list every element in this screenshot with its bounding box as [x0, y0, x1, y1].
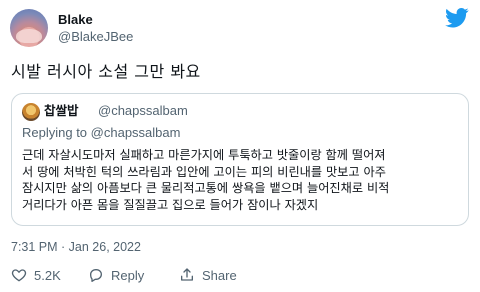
quoted-text-line: 거리다가 아픈 몸을 질질끌고 집으로 들어가 잠이나 자겠지: [22, 198, 319, 213]
author-avatar[interactable]: [10, 9, 48, 47]
quoted-text-line: 잠시지만 삶의 아픔보다 큰 물리적고통에 쌍욕을 뱉으며 늘어진채로 비적: [22, 181, 390, 196]
replying-to-line: Replying to @chapssalbam: [22, 124, 180, 142]
quoted-author-avatar: [22, 103, 40, 121]
reply-label: Reply: [111, 267, 145, 283]
replying-to-mention[interactable]: @chapssalbam: [91, 125, 181, 140]
quoted-author-display-name: 찹쌀밥: [44, 103, 79, 118]
tweet-actions: 5.2K Reply Share: [11, 267, 471, 287]
reply-bubble-icon: [90, 269, 102, 282]
quoted-text-line: 근데 자살시도마저 실패하고 마른가지에 투툭하고 밧줄이랑 함께 떨어져: [22, 148, 386, 162]
author-handle[interactable]: @BlakeJBee: [58, 28, 133, 46]
like-count: 5.2K: [34, 267, 61, 283]
replying-to-prefix: Replying to: [22, 125, 91, 140]
tweet-timestamp[interactable]: 7:31 PM · Jan 26, 2022: [11, 240, 141, 254]
author-display-name[interactable]: Blake: [58, 12, 133, 28]
share-button[interactable]: Share: [179, 267, 237, 283]
author-block: Blake @BlakeJBee: [58, 12, 133, 46]
quoted-text-line: 서 땅에 처박힌 턱의 쓰라림과 입안에 고이는 피의 비린내를 맛보고 아주: [22, 164, 386, 179]
share-icon: [181, 268, 193, 281]
quoted-tweet-card[interactable]: 찹쌀밥 @chapssalbam Replying to @chapssalba…: [11, 93, 469, 226]
twitter-bird-icon[interactable]: [445, 8, 469, 28]
heart-icon: [11, 269, 27, 282]
quoted-author-handle: @chapssalbam: [98, 103, 188, 118]
tweet-text: 시발 러시아 소설 그만 봐요: [11, 62, 201, 81]
share-label: Share: [202, 267, 237, 283]
quoted-tweet-text: 근데 자살시도마저 실패하고 마른가지에 투툭하고 밧줄이랑 함께 떨어져 서 …: [22, 147, 462, 214]
like-button[interactable]: 5.2K: [11, 267, 61, 283]
reply-button[interactable]: Reply: [88, 267, 144, 283]
